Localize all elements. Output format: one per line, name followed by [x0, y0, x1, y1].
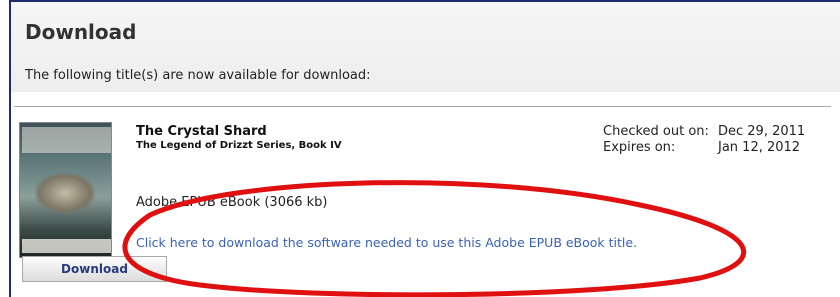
checked-out-value: Dec 29, 2011: [718, 124, 806, 139]
page-title: Download: [25, 20, 137, 44]
book-cover-image: [19, 122, 112, 258]
ebook-format: Adobe EPUB eBook (3066 kb): [136, 195, 328, 210]
intro-text: The following title(s) are now available…: [25, 68, 371, 83]
expires-row: Expires on: Jan 12, 2012: [603, 140, 805, 156]
cover-title-band: [22, 239, 111, 253]
loan-dates: Checked out on: Dec 29, 2011 Expires on:…: [603, 124, 805, 156]
book-title: The Crystal Shard: [136, 124, 267, 139]
software-download-link[interactable]: Click here to download the software need…: [136, 235, 637, 250]
panel-header: Download The following title(s) are now …: [11, 2, 840, 92]
download-button[interactable]: Download: [22, 256, 167, 282]
book-series: The Legend of Drizzt Series, Book IV: [136, 140, 342, 151]
checked-out-label: Checked out on:: [603, 124, 709, 139]
checked-out-row: Checked out on: Dec 29, 2011: [603, 124, 805, 140]
expires-value: Jan 12, 2012: [718, 140, 801, 155]
cover-author-band: [22, 127, 111, 153]
divider: [14, 106, 831, 107]
expires-label: Expires on:: [603, 140, 676, 155]
cover-artwork: [35, 173, 95, 213]
